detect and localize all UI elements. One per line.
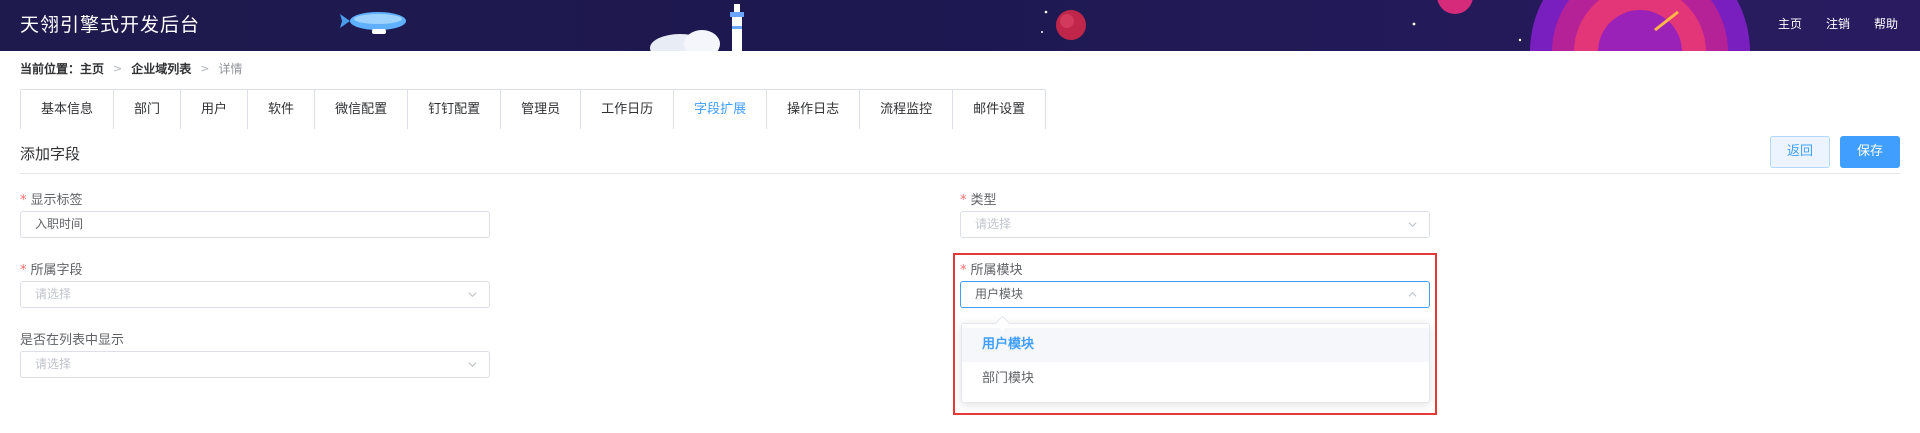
tab-department[interactable]: 部门 xyxy=(114,90,182,129)
header-home-link[interactable]: 主页 xyxy=(1778,15,1802,32)
save-button[interactable]: 保存 xyxy=(1840,136,1900,168)
tab-wechat-config[interactable]: 微信配置 xyxy=(315,90,409,129)
app-title: 天翎引擎式开发后台 xyxy=(20,14,201,36)
header-logout-link[interactable]: 注销 xyxy=(1826,15,1850,32)
module-select[interactable]: 用户模块 xyxy=(960,281,1430,308)
tab-user[interactable]: 用户 xyxy=(181,90,249,129)
tab-process-monitor[interactable]: 流程监控 xyxy=(860,90,954,129)
chevron-down-icon xyxy=(468,362,477,368)
chevron-down-icon xyxy=(468,292,477,298)
show-in-list-placeholder: 请选择 xyxy=(35,357,72,371)
tab-operation-log[interactable]: 操作日志 xyxy=(767,90,861,129)
tab-admin[interactable]: 管理员 xyxy=(501,90,582,129)
tab-field-extension[interactable]: 字段扩展 xyxy=(674,90,768,129)
tab-software[interactable]: 软件 xyxy=(248,90,316,129)
field-label: * 所属字段 xyxy=(20,263,83,278)
module-option-user[interactable]: 用户模块 xyxy=(962,328,1429,362)
back-button[interactable]: 返回 xyxy=(1770,136,1830,168)
module-option-department[interactable]: 部门模块 xyxy=(962,362,1429,396)
required-mark: * xyxy=(960,263,967,278)
required-mark: * xyxy=(20,263,27,278)
required-mark: * xyxy=(20,193,27,208)
tab-mail-settings[interactable]: 邮件设置 xyxy=(953,90,1046,129)
display-label-label: * 显示标签 xyxy=(20,193,83,208)
breadcrumb-home[interactable]: 主页 xyxy=(80,60,104,77)
display-label-input[interactable]: 入职时间 xyxy=(20,211,490,238)
field-select[interactable]: 请选择 xyxy=(20,281,490,308)
planet-icon xyxy=(1041,10,1086,40)
section-divider xyxy=(20,173,1900,174)
chevron-up-icon xyxy=(1408,291,1417,297)
breadcrumb-separator-icon: > xyxy=(200,62,210,75)
show-in-list-select[interactable]: 请选择 xyxy=(20,351,490,378)
tab-work-calendar[interactable]: 工作日历 xyxy=(581,90,675,129)
module-dropdown: 用户模块 部门模块 xyxy=(961,315,1430,403)
tab-basic-info[interactable]: 基本信息 xyxy=(21,90,115,129)
breadcrumb-prefix: 当前位置： xyxy=(20,62,81,76)
top-header: 天翎引擎式开发后台 主页 注销 帮助 xyxy=(0,0,1920,51)
nebula-decoration xyxy=(1412,0,1750,51)
chevron-down-icon xyxy=(1408,222,1417,228)
tab-bar: 基本信息 部门 用户 软件 微信配置 钉钉配置 管理员 工作日历 字段扩展 操作… xyxy=(20,89,1047,129)
header-help-link[interactable]: 帮助 xyxy=(1874,15,1898,32)
section-title: 添加字段 xyxy=(20,145,81,163)
required-mark: * xyxy=(960,193,967,208)
module-label: * 所属模块 xyxy=(960,263,1023,278)
module-select-value: 用户模块 xyxy=(975,287,1024,301)
lighthouse-icon xyxy=(650,4,744,51)
type-select-placeholder: 请选择 xyxy=(975,217,1012,231)
airship-icon xyxy=(340,12,406,34)
header-nav: 主页 注销 帮助 xyxy=(1778,15,1898,32)
field-select-placeholder: 请选择 xyxy=(35,287,72,301)
type-select[interactable]: 请选择 xyxy=(960,211,1430,238)
breadcrumb: 当前位置： 主页 > 企业域列表 > 详情 xyxy=(20,60,243,77)
breadcrumb-current: 详情 xyxy=(218,62,243,76)
breadcrumb-list[interactable]: 企业域列表 xyxy=(131,60,191,77)
breadcrumb-separator-icon: > xyxy=(113,62,123,75)
type-label: * 类型 xyxy=(960,193,997,208)
tab-dingtalk-config[interactable]: 钉钉配置 xyxy=(408,90,502,129)
show-in-list-label: 是否在列表中显示 xyxy=(20,333,125,348)
